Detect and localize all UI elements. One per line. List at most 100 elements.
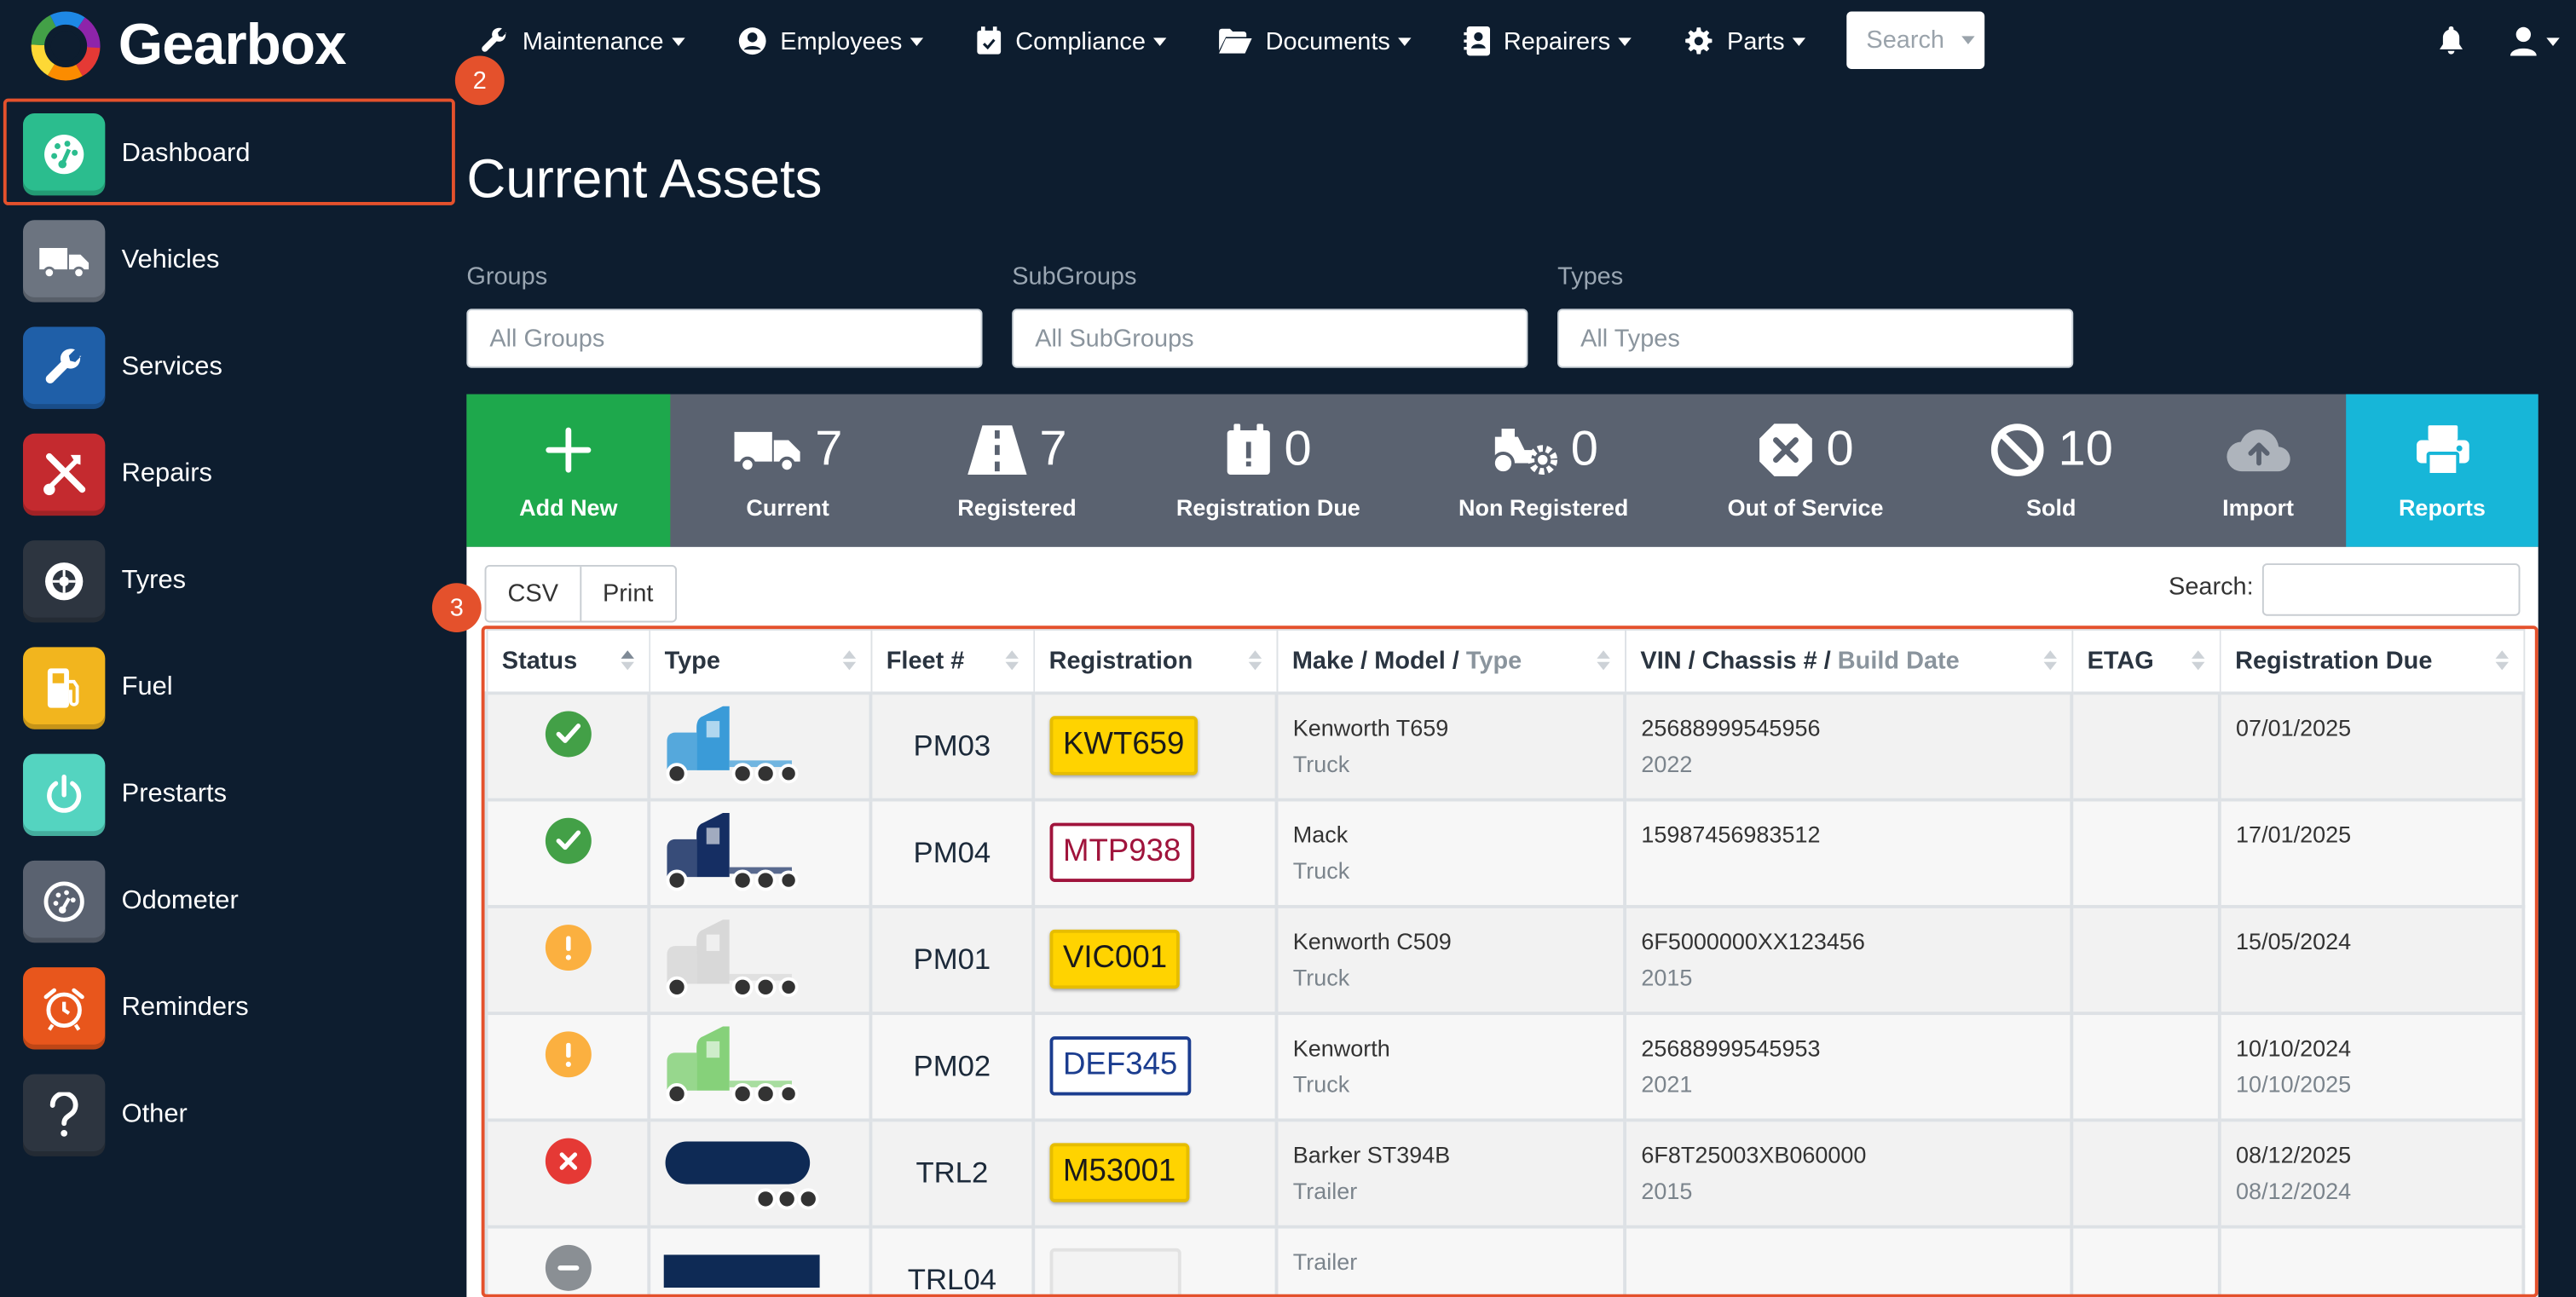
truck-image-icon	[666, 705, 799, 784]
cell-make-model: Kenworth T659 Truck	[1274, 690, 1627, 801]
groups-select[interactable]: All Groups	[466, 308, 983, 368]
table-row[interactable]: TRL04 Trailer	[484, 1224, 2526, 1297]
cell-fleet[interactable]: TRL2	[869, 1117, 1036, 1228]
print-button[interactable]: Print	[580, 566, 674, 621]
nav-documents[interactable]: Documents	[1219, 26, 1412, 55]
user-menu[interactable]	[2510, 26, 2560, 56]
cell-make-model: Barker ST394B Trailer	[1274, 1117, 1627, 1228]
truck-image-icon	[666, 1025, 799, 1104]
cell-fleet[interactable]: PM04	[869, 797, 1036, 908]
stat-registered[interactable]: 7 Registered	[905, 395, 1129, 547]
table-row[interactable]: PM04 MTP938 Mack Truck 15987456983512 17/01/2…	[484, 797, 2526, 908]
stat-label: Current	[746, 494, 829, 521]
assets-table: Status Type Fleet # Registration Make / …	[484, 629, 2526, 1297]
stat-out-of-service[interactable]: 0 Out of Service	[1679, 395, 1932, 547]
col-status[interactable]: Status	[485, 629, 650, 694]
sort-icon	[1596, 650, 1609, 671]
truck-image-icon	[666, 812, 799, 891]
alarm-clock-icon	[43, 988, 84, 1031]
sort-icon	[841, 650, 856, 671]
top-search-dropdown[interactable]: Search	[1846, 11, 1985, 69]
sidebar-item-repairs[interactable]: Repairs	[22, 433, 450, 516]
stat-label: Add New	[519, 494, 618, 521]
nav-compliance[interactable]: Compliance	[976, 26, 1168, 56]
cell-fleet[interactable]: PM03	[869, 690, 1036, 801]
bell-icon	[2440, 26, 2463, 55]
tyre-icon	[45, 562, 84, 601]
header-label: Fleet #	[886, 646, 965, 675]
cell-status	[484, 1011, 651, 1121]
csv-button[interactable]: CSV	[486, 567, 580, 621]
registration-due: 08/12/2025	[2236, 1140, 2352, 1167]
cell-type	[647, 1117, 873, 1228]
sidebar-item-odometer[interactable]: Odometer	[22, 860, 450, 943]
sidebar-item-reminders[interactable]: Reminders	[22, 967, 450, 1050]
sidebar-item-fuel[interactable]: Fuel	[22, 647, 450, 729]
nav-parts[interactable]: Parts	[1684, 26, 1806, 56]
stat-registration-due[interactable]: 0 Registration Due	[1129, 395, 1408, 547]
sidebar-item-services[interactable]: Services	[22, 326, 450, 409]
stat-sold[interactable]: 10 Sold	[1932, 395, 2170, 547]
cell-fleet[interactable]: PM02	[869, 1011, 1036, 1121]
stat-count: 7	[815, 422, 843, 476]
subgroups-select[interactable]: All SubGroups	[1012, 308, 1528, 368]
build-date: 2022	[1641, 749, 1693, 776]
stat-label: Reports	[2398, 494, 2486, 521]
groups-placeholder: All Groups	[489, 324, 605, 353]
nav-employees[interactable]: Employees	[737, 26, 924, 56]
cell-registration	[1031, 1224, 1279, 1297]
sidebar-item-other[interactable]: Other	[22, 1074, 450, 1156]
sort-icon	[2042, 650, 2057, 671]
cell-fleet[interactable]: PM01	[869, 903, 1036, 1015]
sidebar-item-vehicles[interactable]: Vehicles	[22, 220, 450, 303]
table-search-input[interactable]	[2261, 563, 2521, 616]
table-row[interactable]: PM01 VIC001 Kenworth C509 Truck 6F5000000XX1…	[484, 903, 2526, 1015]
header-label: Make / Model /	[1291, 646, 1459, 675]
table-row[interactable]: TRL2 M53001 Barker ST394B Trailer 6F8T25003X…	[484, 1117, 2526, 1228]
notifications-button[interactable]	[2438, 26, 2464, 56]
sidebar-icon-tile	[22, 433, 106, 516]
asset-type: Truck	[1292, 749, 1350, 776]
stat-label: Import	[2222, 494, 2295, 521]
vin: 6F8T25003XB060000	[1641, 1140, 1867, 1167]
sidebar-item-label: Reminders	[121, 994, 249, 1022]
stat-non-registered[interactable]: 0 Non Registered	[1408, 395, 1679, 547]
cell-fleet[interactable]: TRL04	[869, 1224, 1036, 1297]
cell-status	[484, 1117, 651, 1228]
col-vin[interactable]: VIN / Chassis # / Build Date	[1624, 629, 2073, 694]
table-row[interactable]: PM03 KWT659 Kenworth T659 Truck 256889995459…	[484, 690, 2526, 801]
reports-button[interactable]: Reports	[2346, 394, 2538, 547]
cell-vin: 25688999545953 2021	[1623, 1011, 2074, 1121]
logo[interactable]: Gearbox	[30, 10, 347, 83]
add-new-button[interactable]: Add New	[466, 394, 671, 547]
stat-current[interactable]: 7 Current	[670, 395, 905, 547]
sidebar-item-tyres[interactable]: Tyres	[22, 540, 450, 623]
table-search-label: Search:	[2169, 573, 2254, 602]
nav-label: Documents	[1265, 26, 1390, 55]
filter-subgroups-label: SubGroups	[1012, 262, 1137, 291]
table-row[interactable]: PM02 DEF345 Kenworth Truck 25688999545953 202…	[484, 1011, 2526, 1121]
sidebar-item-label: Fuel	[121, 673, 173, 701]
vin: 25688999545953	[1641, 1034, 1821, 1061]
col-registration[interactable]: Registration	[1032, 629, 1278, 694]
cell-type	[647, 1011, 873, 1121]
sort-icon	[620, 650, 633, 671]
col-type[interactable]: Type	[648, 629, 872, 694]
import-button[interactable]: Import	[2170, 395, 2346, 547]
make-model: Mack	[1292, 820, 1349, 847]
nav-maintenance[interactable]: Maintenance	[480, 26, 685, 56]
sidebar-item-prestarts[interactable]: Prestarts	[22, 753, 450, 836]
page-title: Current Assets	[466, 147, 823, 209]
cell-vin: 6F5000000XX123456 2015	[1623, 903, 2074, 1015]
types-select[interactable]: All Types	[1557, 308, 2074, 368]
col-make-model[interactable]: Make / Model / Type	[1275, 629, 1626, 694]
sidebar-item-label: Vehicles	[121, 246, 220, 274]
col-fleet[interactable]: Fleet #	[869, 629, 1035, 694]
col-registration-due[interactable]: Registration Due	[2218, 629, 2525, 694]
cell-status	[484, 690, 651, 801]
vin: 6F5000000XX123456	[1641, 926, 1865, 954]
nav-repairers[interactable]: Repairers	[1464, 26, 1632, 56]
sort-icon	[2191, 650, 2204, 671]
col-etag[interactable]: ETAG	[2071, 629, 2221, 694]
stat-label: Registered	[957, 494, 1077, 521]
